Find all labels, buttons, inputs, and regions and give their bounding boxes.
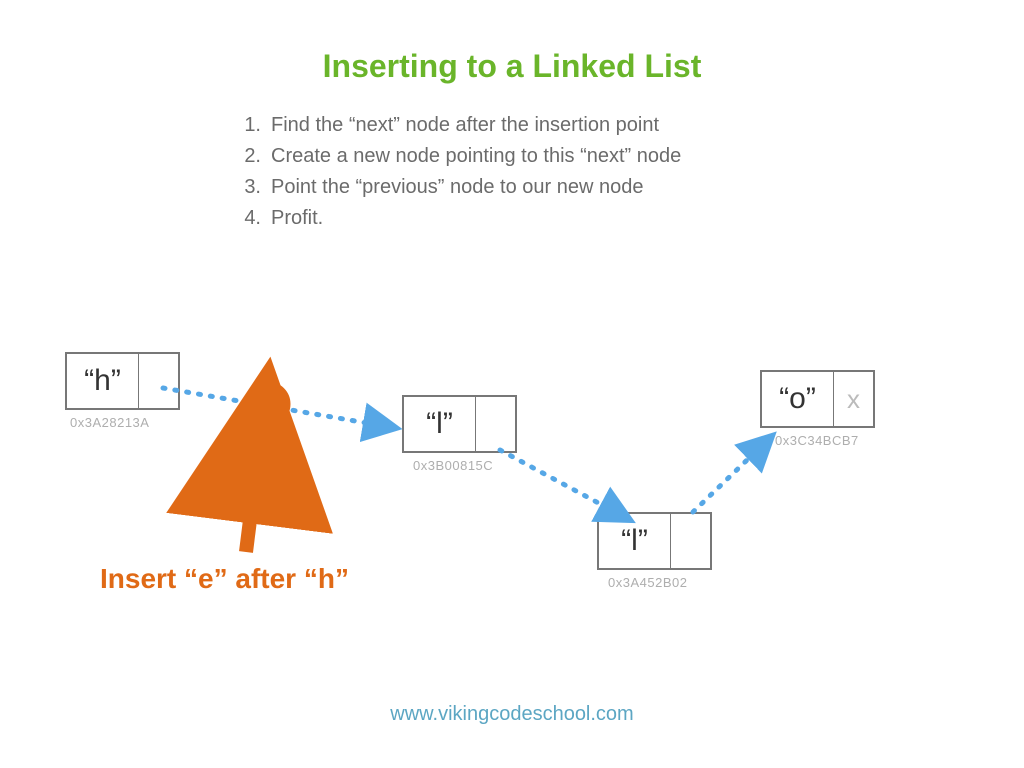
page-title: Inserting to a Linked List	[0, 48, 1024, 85]
linked-list-node-o: “o” x	[760, 370, 875, 428]
node-value: “l”	[404, 397, 476, 451]
step-item: 2.Create a new node pointing to this “ne…	[235, 141, 681, 172]
linked-list-node-h: “h”	[65, 352, 180, 410]
node-value: “o”	[762, 372, 834, 426]
node-pointer: x	[834, 372, 873, 426]
step-text: Find the “next” node after the insertion…	[271, 114, 659, 136]
pointer-arrow	[163, 388, 396, 428]
linked-list-node-l1: “l”	[402, 395, 517, 453]
node-address: 0x3C34BCB7	[775, 433, 859, 448]
node-value: “l”	[599, 514, 671, 568]
node-value: “h”	[67, 354, 139, 408]
pointer-arrow	[693, 436, 772, 512]
step-item: 1.Find the “next” node after the inserti…	[235, 110, 681, 141]
node-pointer	[476, 397, 515, 451]
step-text: Point the “previous” node to our new nod…	[271, 176, 643, 198]
step-text: Create a new node pointing to this “next…	[271, 145, 681, 167]
linked-list-node-l2: “l”	[597, 512, 712, 570]
step-item: 4.Profit.	[235, 203, 681, 234]
node-address: 0x3A28213A	[70, 415, 149, 430]
node-address: 0x3B00815C	[413, 458, 493, 473]
slide: Inserting to a Linked List 1.Find the “n…	[0, 0, 1024, 768]
steps-list: 1.Find the “next” node after the inserti…	[235, 110, 681, 234]
node-address: 0x3A452B02	[608, 575, 687, 590]
step-text: Profit.	[271, 207, 323, 229]
insert-caption: Insert “e” after “h”	[100, 563, 349, 595]
node-pointer	[671, 514, 710, 568]
step-item: 3.Point the “previous” node to our new n…	[235, 172, 681, 203]
node-pointer	[139, 354, 178, 408]
insert-arrow	[246, 440, 260, 552]
insertion-point-circle-icon	[248, 384, 288, 424]
pointer-arrow	[500, 450, 630, 520]
footer-link: www.vikingcodeschool.com	[0, 703, 1024, 726]
